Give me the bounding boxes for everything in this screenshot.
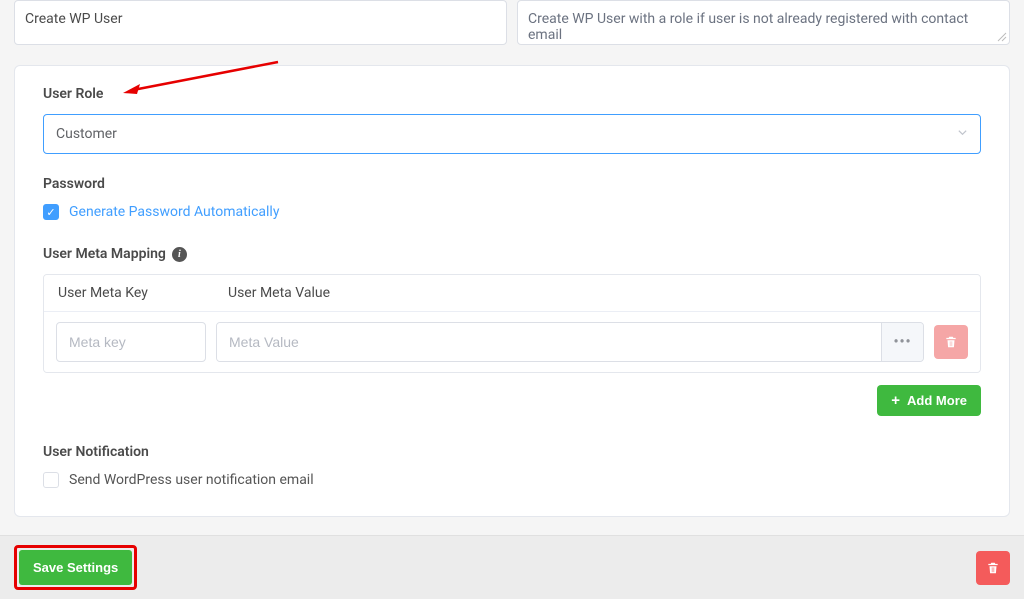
delete-action-button[interactable] [976, 551, 1010, 585]
user-role-label: User Role [43, 86, 981, 102]
footer-bar: Save Settings [0, 535, 1024, 599]
add-more-button[interactable]: + Add More [877, 385, 981, 416]
annotation-highlight: Save Settings [14, 545, 137, 590]
action-name-value: Create WP User [25, 11, 122, 27]
send-notification-checkbox[interactable] [43, 472, 59, 488]
user-role-selected-value: Customer [56, 126, 117, 142]
trash-icon [986, 561, 1000, 575]
meta-value-group: ••• [216, 322, 924, 362]
col-meta-key: User Meta Key [44, 275, 214, 311]
plus-icon: + [891, 393, 900, 408]
action-description-value: Create WP User with a role if user is no… [528, 11, 999, 43]
col-meta-value: User Meta Value [214, 275, 980, 311]
table-header: User Meta Key User Meta Value [44, 275, 980, 312]
user-notification-label: User Notification [43, 444, 981, 460]
ellipsis-icon: ••• [893, 334, 911, 350]
trash-icon [944, 335, 958, 349]
info-icon[interactable]: i [172, 247, 187, 262]
meta-value-input[interactable] [217, 323, 881, 361]
delete-row-button[interactable] [934, 325, 968, 359]
send-notification-label: Send WordPress user notification email [69, 472, 314, 488]
user-role-select[interactable]: Customer [43, 114, 981, 154]
user-meta-table: User Meta Key User Meta Value ••• [43, 274, 981, 373]
table-row: ••• [44, 312, 980, 372]
auto-generate-password-label: Generate Password Automatically [69, 204, 279, 220]
meta-key-input[interactable] [56, 322, 206, 362]
auto-generate-password-checkbox[interactable]: ✓ [43, 204, 59, 220]
check-icon: ✓ [46, 207, 55, 218]
resize-handle-icon [997, 32, 1007, 42]
action-description-input[interactable]: Create WP User with a role if user is no… [517, 0, 1010, 45]
chevron-down-icon [957, 127, 968, 141]
meta-value-picker-button[interactable]: ••• [881, 323, 923, 361]
password-label: Password [43, 176, 981, 192]
settings-card: User Role Customer Password ✓ Generate P… [14, 65, 1010, 517]
action-name-input[interactable]: Create WP User [14, 0, 507, 45]
user-meta-mapping-label: User Meta Mapping i [43, 246, 981, 262]
add-more-label: Add More [907, 393, 967, 408]
save-settings-button[interactable]: Save Settings [19, 550, 132, 585]
